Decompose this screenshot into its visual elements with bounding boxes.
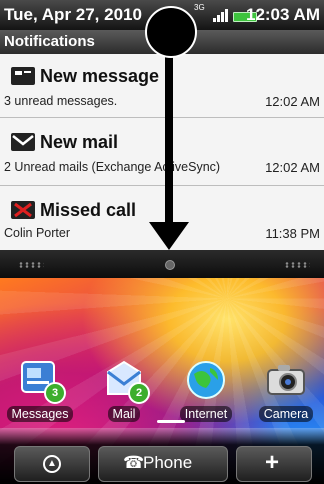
page-indicator (157, 420, 185, 423)
plus-icon: + (265, 449, 280, 476)
phone-label: Phone (143, 453, 193, 472)
notification-new-mail[interactable]: New mail 2 Unread mails (Exchange Active… (0, 118, 324, 186)
mail-app-icon: 2 (102, 358, 150, 404)
notification-new-message[interactable]: New message 3 unread messages. 12:02 AM (0, 54, 324, 118)
unread-badge: 2 (128, 382, 150, 404)
up-arrow-icon: ▲ (43, 455, 61, 473)
handle-grip-left (18, 262, 44, 268)
app-internet[interactable]: Internet (170, 358, 242, 423)
app-label: Camera (258, 406, 314, 422)
app-label: Mail (107, 406, 141, 422)
notification-time: 12:02 AM (265, 94, 320, 109)
notification-subtitle: Colin Porter (4, 226, 70, 240)
signal-icon (213, 9, 228, 22)
mail-icon (11, 133, 35, 151)
app-messages[interactable]: 3 Messages (4, 358, 76, 423)
notification-time: 11:38 PM (265, 226, 320, 241)
notification-title: New mail (40, 132, 119, 152)
handle-grip-right (284, 262, 310, 268)
status-date: Tue, Apr 27, 2010 (4, 5, 142, 24)
handle-center-dot (165, 260, 175, 270)
app-mail[interactable]: 2 Mail (88, 358, 160, 423)
notification-title: Missed call (40, 200, 137, 220)
message-icon (11, 67, 35, 85)
messages-icon: 3 (18, 358, 66, 404)
app-label: Messages (6, 406, 74, 422)
add-button[interactable]: + (236, 446, 312, 482)
globe-icon (184, 358, 228, 402)
phone-icon: ☎ (123, 453, 145, 472)
phone-button[interactable]: ☎ Phone (98, 446, 228, 482)
notification-drag-handle[interactable] (0, 250, 324, 278)
notification-title: New message (40, 66, 160, 86)
drag-gesture-start (145, 6, 197, 58)
drag-gesture-arrow-icon (149, 222, 189, 250)
drag-gesture-line (165, 36, 173, 226)
dock: ▲ ☎ Phone + (0, 428, 324, 484)
unread-badge: 3 (44, 382, 66, 404)
notification-time: 12:02 AM (265, 160, 320, 175)
app-label: Internet (179, 406, 233, 422)
missed-call-icon (11, 201, 35, 219)
home-screen: 3 Messages 2 Mail Internet Camera ▲ ☎ Ph… (0, 278, 324, 484)
network-type: 3G (194, 3, 205, 12)
notification-subtitle: 3 unread messages. (4, 94, 118, 108)
status-time: 12:03 AM (245, 5, 320, 24)
app-camera[interactable]: Camera (250, 358, 322, 423)
all-apps-button[interactable]: ▲ (14, 446, 90, 482)
camera-icon (264, 358, 308, 402)
notification-subtitle: 2 Unread mails (Exchange ActiveSync) (4, 160, 221, 174)
